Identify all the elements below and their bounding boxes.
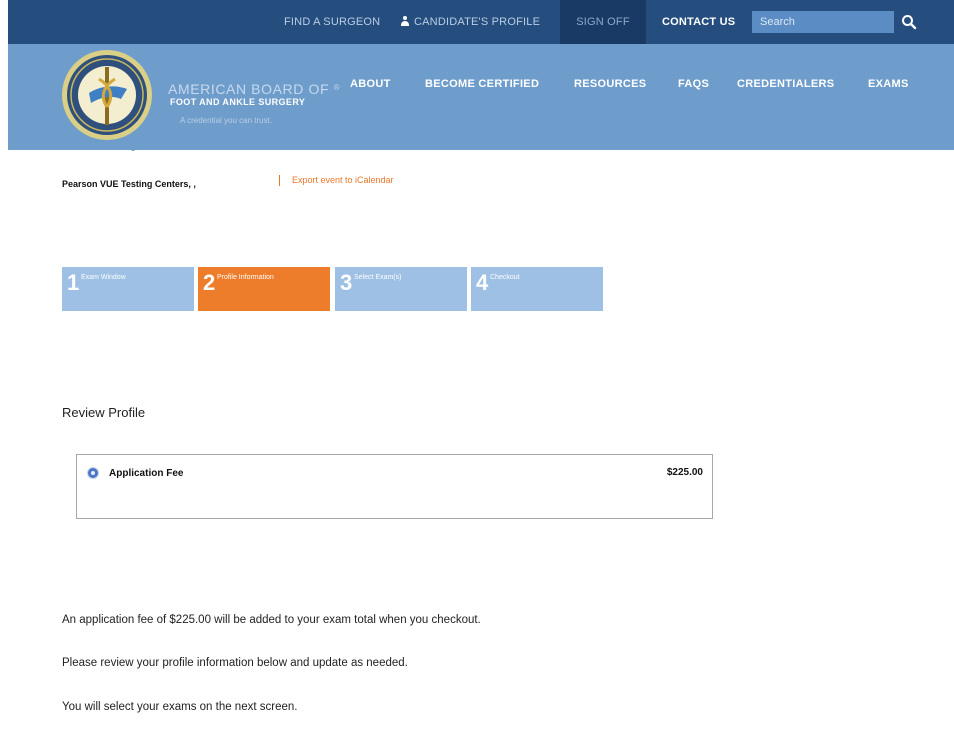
step-label: Exam Window (81, 274, 126, 281)
search-icon[interactable] (898, 11, 920, 33)
utility-bar: FIND A SURGEON CANDIDATE'S PROFILE SIGN … (8, 0, 954, 44)
candidates-profile-label: CANDIDATE'S PROFILE (414, 16, 541, 28)
event-location: Pearson VUE Testing Centers, , (62, 179, 196, 189)
next-screen-note: You will select your exams on the next s… (62, 701, 298, 713)
site-header: AMERICAN BOARD OF ® FOOT AND ANKLE SURGE… (8, 44, 954, 150)
step-number: 3 (340, 270, 353, 295)
nav-exams[interactable]: EXAMS (868, 78, 909, 90)
abfas-seal-logo[interactable] (61, 49, 153, 141)
step-exam-window[interactable]: 1 Exam Window (62, 267, 194, 311)
step-select-exams[interactable]: 3 Select Exam(s) (335, 267, 467, 311)
step-number: 4 (476, 270, 489, 295)
step-label: Checkout (490, 274, 520, 281)
nav-indicator-dot (131, 147, 135, 151)
sign-off-link[interactable]: SIGN OFF (560, 0, 646, 44)
org-name: AMERICAN BOARD OF ® (168, 81, 341, 97)
org-name-subline: FOOT AND ANKLE SURGERY (170, 97, 306, 107)
step-label: Select Exam(s) (354, 274, 402, 281)
contact-us-link[interactable]: CONTACT US (662, 0, 735, 44)
candidates-profile-link[interactable]: CANDIDATE'S PROFILE (400, 0, 540, 44)
fee-note: An application fee of $225.00 will be ad… (62, 614, 481, 626)
fee-amount: $225.00 (666, 467, 703, 478)
find-a-surgeon-link[interactable]: FIND A SURGEON (284, 0, 380, 44)
fee-radio-button[interactable] (88, 468, 98, 478)
nav-credentialers[interactable]: CREDENTIALERS (737, 78, 834, 90)
step-checkout[interactable]: 4 Checkout (471, 267, 603, 311)
step-number: 1 (67, 270, 80, 295)
fee-label: Application Fee (109, 468, 184, 479)
divider (279, 175, 280, 186)
nav-resources[interactable]: RESOURCES (574, 78, 646, 90)
nav-faqs[interactable]: FAQS (678, 78, 709, 90)
search-input[interactable] (752, 11, 894, 33)
export-icalendar-link[interactable]: Export event to iCalendar (292, 175, 394, 185)
user-icon (400, 16, 410, 26)
step-label: Profile Information (217, 274, 274, 281)
step-profile-information[interactable]: 2 Profile Information (198, 267, 330, 311)
application-fee-option: Application Fee $225.00 (76, 454, 713, 519)
review-note: Please review your profile information b… (62, 657, 408, 669)
step-number: 2 (203, 270, 216, 295)
org-tagline: A credential you can trust. (180, 116, 273, 125)
nav-become-certified[interactable]: BECOME CERTIFIED (425, 78, 539, 90)
section-title: Review Profile (62, 405, 146, 420)
nav-about[interactable]: ABOUT (350, 78, 391, 90)
